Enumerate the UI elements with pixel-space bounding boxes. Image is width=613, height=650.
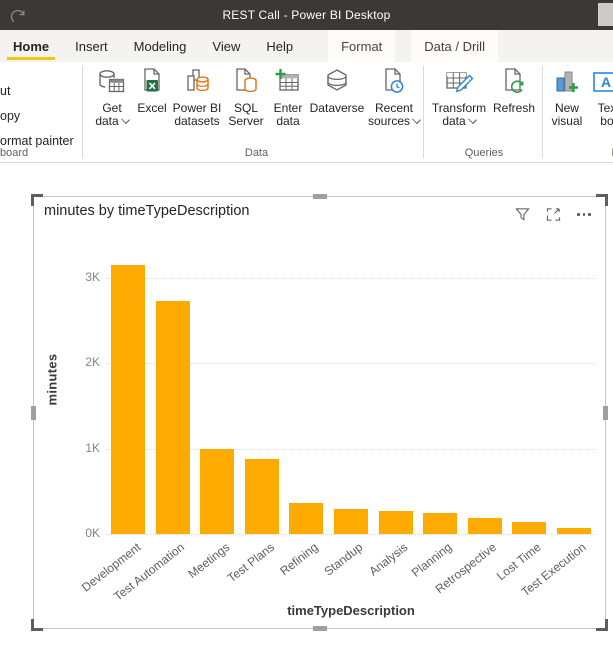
ribbon-group-queries: Transform data Refresh Queries: [428, 62, 540, 162]
database-icon: [97, 67, 127, 99]
tab-modeling[interactable]: Modeling: [121, 30, 200, 62]
window-title: REST Call - Power BI Desktop: [0, 8, 613, 22]
bar-development[interactable]: [111, 265, 145, 534]
copy-button[interactable]: opy: [0, 109, 20, 123]
resize-handle-top[interactable]: [313, 194, 327, 199]
gridline-3K: [106, 278, 596, 279]
refresh-icon: [499, 67, 529, 99]
x-tick-label: Test Plans: [224, 540, 276, 585]
tab-help[interactable]: Help: [253, 30, 306, 62]
power-bi-datasets-icon: [182, 67, 212, 99]
menu-bar: Home Insert Modeling View Help Format Da…: [0, 30, 613, 62]
chart-title: minutes by timeTypeDescription: [44, 203, 250, 219]
transform-data-button[interactable]: Transform data: [428, 67, 490, 128]
new-visual-icon: [552, 67, 582, 99]
ribbon: ut opy ormat painter board Get data: [0, 62, 613, 163]
y-tick-label: 3K: [70, 270, 100, 284]
format-painter-button[interactable]: ormat painter: [0, 134, 74, 148]
y-tick-label: 0K: [70, 526, 100, 540]
chevron-down-icon: [412, 115, 421, 124]
focus-mode-icon[interactable]: [546, 207, 561, 222]
chart-area: minutes 0K 1K 2K 3K DevelopmentTest Automat…: [34, 237, 605, 628]
y-tick-label: 1K: [70, 441, 100, 455]
bar-chart-visual[interactable]: minutes by timeTypeDescription minutes 0…: [33, 196, 606, 629]
chevron-down-icon: [468, 115, 477, 124]
dataverse-button[interactable]: Dataverse: [308, 67, 366, 115]
titlebar-button-fragment[interactable]: [598, 3, 613, 26]
insert-group-label: Ins: [546, 147, 613, 159]
cut-button[interactable]: ut: [0, 84, 10, 98]
recent-sources-icon: [379, 67, 409, 99]
report-canvas: minutes by timeTypeDescription minutes 0…: [0, 163, 613, 650]
queries-group-label: Queries: [428, 147, 540, 159]
ribbon-group-data: Get data Excel: [90, 62, 423, 162]
tab-view[interactable]: View: [199, 30, 253, 62]
bar-standup[interactable]: [334, 509, 368, 534]
sql-server-button[interactable]: SQL Server: [224, 67, 268, 128]
text-box-button[interactable]: A Tex bo: [588, 67, 613, 128]
filter-icon[interactable]: [515, 207, 530, 222]
tab-insert[interactable]: Insert: [62, 30, 121, 62]
get-data-button[interactable]: Get data: [90, 67, 134, 128]
enter-data-icon: [273, 67, 303, 99]
y-tick-label: 2K: [70, 355, 100, 369]
bar-refining[interactable]: [289, 503, 323, 534]
bar-planning[interactable]: [423, 513, 457, 534]
power-bi-datasets-button[interactable]: Power BI datasets: [170, 67, 224, 128]
visual-header-icons: [515, 207, 591, 222]
title-bar: REST Call - Power BI Desktop: [0, 0, 613, 30]
text-box-icon: A: [592, 67, 613, 99]
y-axis-title: minutes: [45, 340, 60, 420]
svg-text:A: A: [601, 74, 611, 90]
x-tick-label: Standup: [322, 540, 366, 579]
x-axis-title: timeTypeDescription: [106, 603, 596, 618]
bar-test-execution[interactable]: [557, 528, 591, 534]
gridline-0K: [106, 534, 596, 535]
active-tab-underline: [7, 57, 55, 60]
resize-handle-top-right[interactable]: [596, 194, 608, 206]
sql-server-icon: [231, 67, 261, 99]
tab-data-drill[interactable]: Data / Drill: [411, 30, 498, 62]
x-axis-labels: DevelopmentTest AutomationMeetingsTest P…: [106, 538, 596, 602]
excel-icon: [137, 67, 167, 99]
group-separator: [542, 66, 543, 158]
new-visual-button[interactable]: New visual: [546, 67, 588, 128]
tab-format[interactable]: Format: [328, 30, 395, 62]
refresh-button[interactable]: Refresh: [490, 67, 538, 115]
resize-handle-top-left[interactable]: [31, 194, 43, 206]
chevron-down-icon: [121, 115, 130, 124]
ribbon-group-insert: New visual A Tex bo Ins: [546, 62, 613, 162]
bar-test-automation[interactable]: [156, 301, 190, 534]
x-tick-label: Refining: [278, 540, 321, 578]
excel-button[interactable]: Excel: [134, 67, 170, 115]
clipboard-group-label: board: [0, 147, 60, 159]
bar-lost-time[interactable]: [512, 522, 546, 534]
bar-analysis[interactable]: [379, 511, 413, 534]
more-options-icon[interactable]: [577, 208, 591, 222]
x-tick-label: Analysis: [366, 540, 410, 579]
bar-test-plans[interactable]: [245, 459, 279, 534]
tab-home[interactable]: Home: [0, 30, 62, 62]
plot-area: [106, 247, 596, 534]
dataverse-icon: [322, 67, 352, 99]
bar-meetings[interactable]: [200, 449, 234, 535]
data-group-label: Data: [90, 147, 423, 159]
recent-sources-button[interactable]: Recent sources: [366, 67, 422, 128]
group-separator: [423, 66, 424, 158]
enter-data-button[interactable]: Enter data: [268, 67, 308, 128]
group-separator: [82, 66, 83, 158]
bar-retrospective[interactable]: [468, 518, 502, 534]
transform-data-icon: [444, 67, 474, 99]
